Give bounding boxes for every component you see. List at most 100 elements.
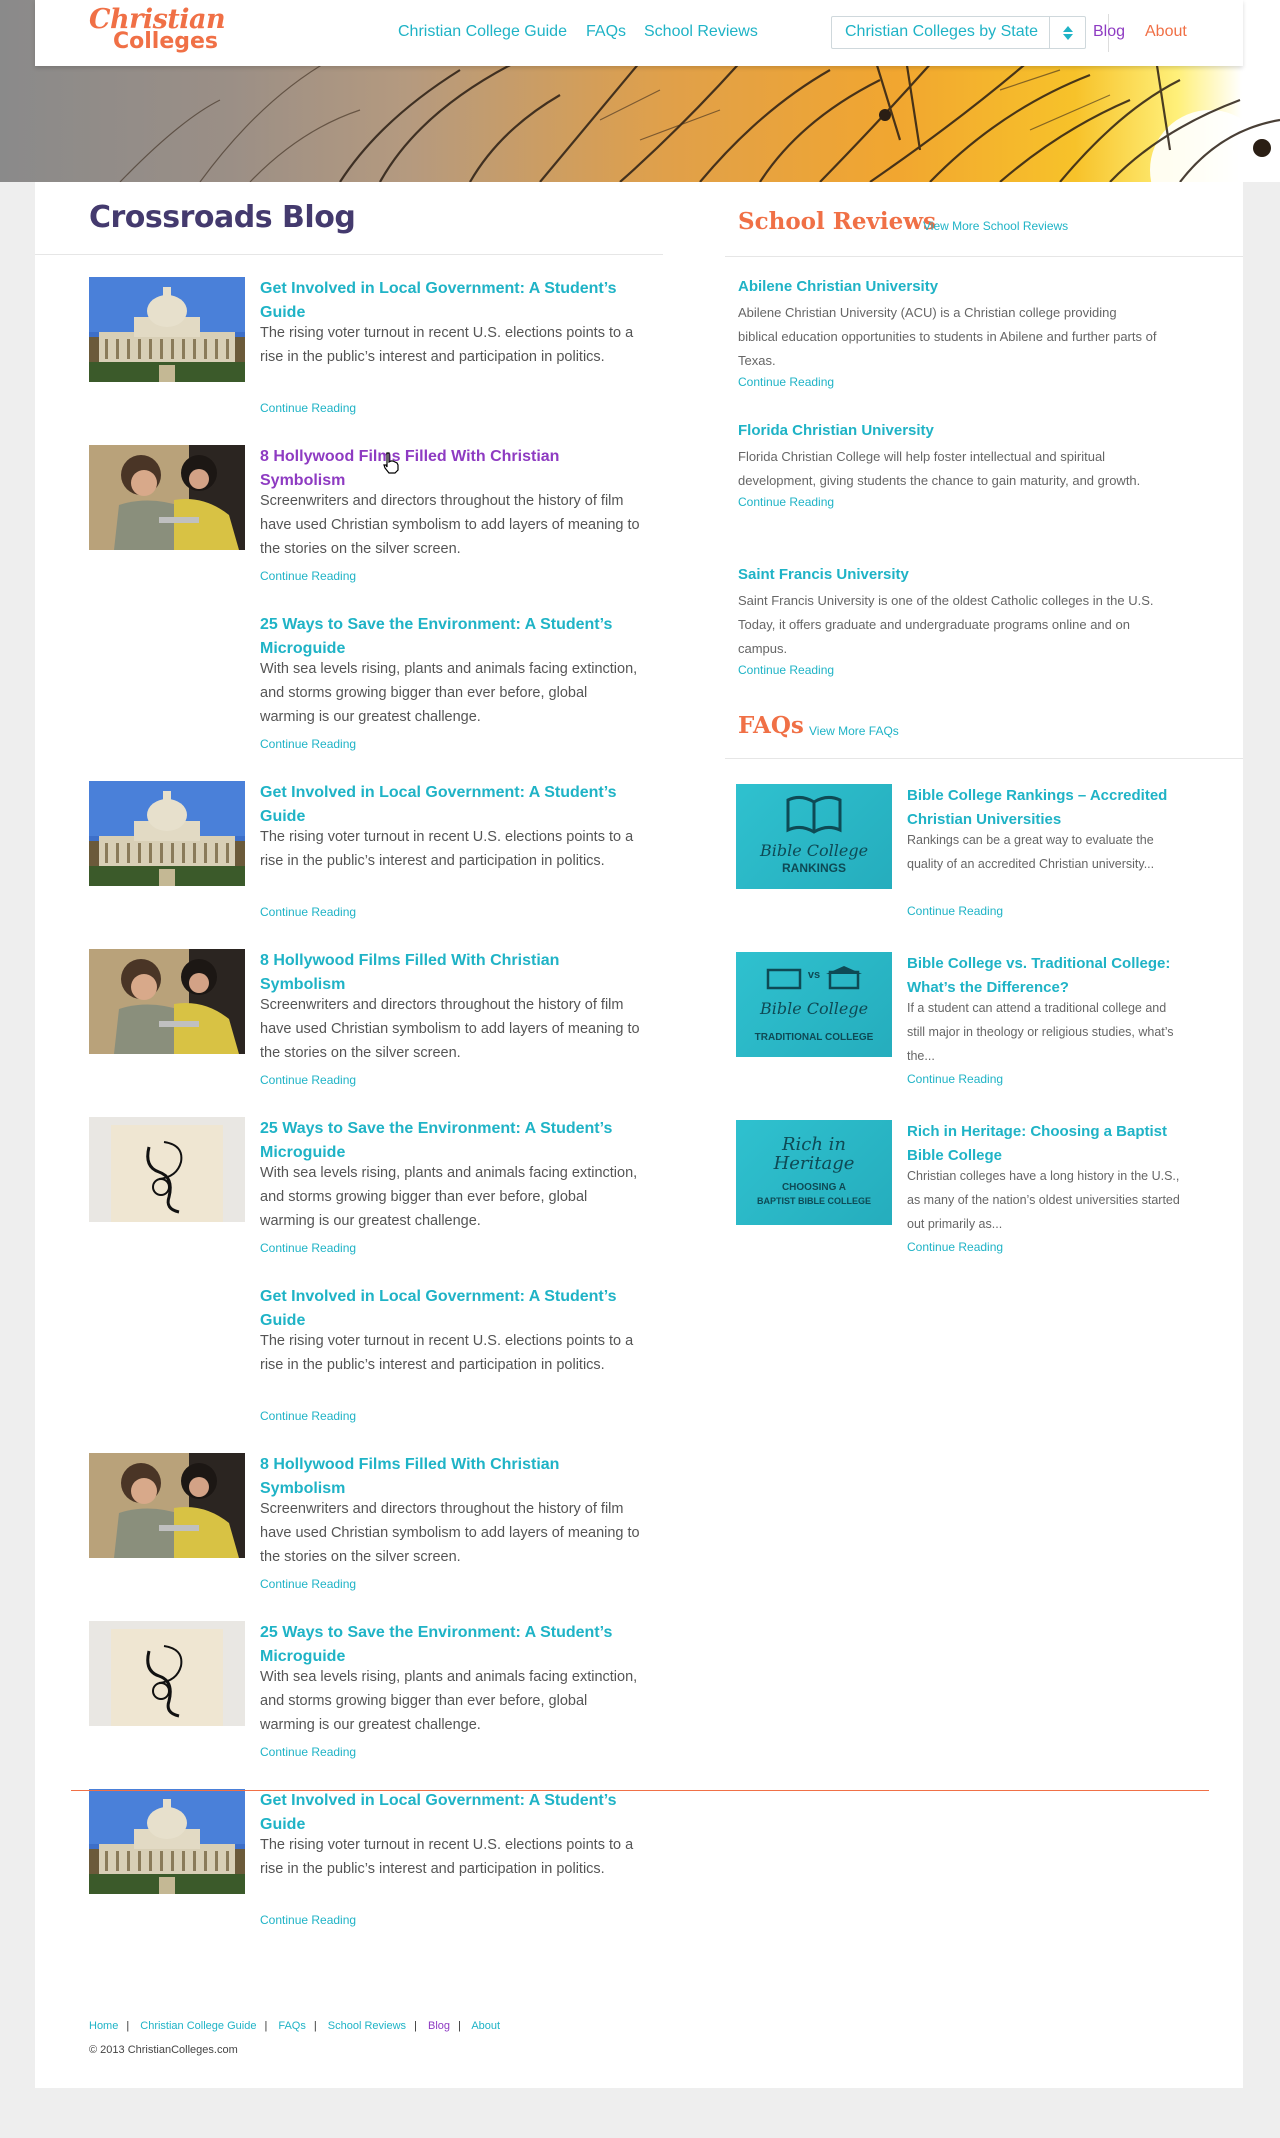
post-excerpt: The rising voter turnout in recent U.S. … bbox=[260, 325, 634, 365]
continue-reading-link[interactable]: Continue Reading bbox=[907, 1240, 1003, 1254]
reviews-heading: School Reviews bbox=[738, 208, 936, 235]
continue-reading-link[interactable]: Continue Reading bbox=[260, 1745, 356, 1759]
select-arrows-icon bbox=[1049, 17, 1085, 48]
faq-title-link[interactable]: Bible College Rankings – Accredited Chri… bbox=[907, 784, 1197, 832]
post-title-link[interactable]: 25 Ways to Save the Environment: A Stude… bbox=[260, 1117, 645, 1165]
school-review: Abilene Christian University Abilene Chri… bbox=[738, 277, 1158, 389]
nav-about[interactable]: About bbox=[1145, 23, 1187, 41]
blog-post: 8 Hollywood Films Filled With Christian … bbox=[89, 1453, 649, 1613]
school-review: Florida Christian University Florida Chri… bbox=[738, 421, 1158, 509]
page-title: Crossroads Blog bbox=[89, 200, 356, 235]
continue-reading-link[interactable]: Continue Reading bbox=[260, 1073, 356, 1087]
copyright: © 2013 ChristianColleges.com bbox=[89, 2044, 238, 2056]
continue-reading-link[interactable]: Continue Reading bbox=[260, 569, 356, 583]
nav-school-reviews[interactable]: School Reviews bbox=[644, 23, 758, 41]
site-logo[interactable]: Christian Colleges bbox=[89, 6, 226, 53]
divider bbox=[725, 256, 1243, 257]
footer-link-blog[interactable]: Blog bbox=[428, 2020, 450, 2032]
blog-post: Get Involved in Local Government: A Stud… bbox=[89, 781, 649, 941]
post-title-link[interactable]: 25 Ways to Save the Environment: A Stude… bbox=[260, 1621, 645, 1669]
review-title-link[interactable]: Saint Francis University bbox=[738, 565, 1158, 585]
continue-reading-link[interactable]: Continue Reading bbox=[260, 1913, 356, 1927]
faq-excerpt: If a student can attend a traditional co… bbox=[907, 1001, 1174, 1063]
blog-post: Get Involved in Local Government: A Stud… bbox=[89, 1789, 649, 1949]
continue-reading-link[interactable]: Continue Reading bbox=[260, 737, 356, 751]
post-title-link[interactable]: 8 Hollywood Films Filled With Christian … bbox=[260, 445, 645, 493]
footer-link-reviews[interactable]: School Reviews bbox=[328, 2020, 406, 2032]
post-title-link[interactable]: 8 Hollywood Films Filled With Christian … bbox=[260, 949, 645, 997]
blog-post: 25 Ways to Save the Environment: A Stude… bbox=[89, 1117, 649, 1277]
post-excerpt: The rising voter turnout in recent U.S. … bbox=[260, 829, 634, 869]
continue-reading-link[interactable]: Continue Reading bbox=[907, 904, 1003, 918]
post-title-link[interactable]: 8 Hollywood Films Filled With Christian … bbox=[260, 1453, 645, 1501]
post-excerpt: With sea levels rising, plants and anima… bbox=[260, 1669, 638, 1733]
faq-item: Rich in Heritage CHOOSING A BAPTIST BIBLE C… bbox=[736, 1120, 1196, 1270]
post-excerpt: With sea levels rising, plants and anima… bbox=[260, 1165, 638, 1229]
post-excerpt: Screenwriters and directors throughout t… bbox=[260, 997, 640, 1061]
footer-divider bbox=[71, 1790, 1209, 1791]
view-more-reviews-link[interactable]: View More School Reviews bbox=[923, 219, 1068, 233]
divider bbox=[35, 254, 663, 255]
review-excerpt: Saint Francis University is one of the o… bbox=[738, 593, 1154, 656]
faq-title-link[interactable]: Bible College vs. Traditional College: W… bbox=[907, 952, 1197, 1000]
blog-post: 8 Hollywood Films Filled With Christian … bbox=[89, 949, 649, 1109]
post-title-link[interactable]: Get Involved in Local Government: A Stud… bbox=[260, 277, 645, 325]
post-excerpt: The rising voter turnout in recent U.S. … bbox=[260, 1333, 634, 1373]
continue-reading-link[interactable]: Continue Reading bbox=[260, 1409, 356, 1423]
post-thumbnail[interactable] bbox=[89, 1789, 245, 1894]
footer-links: Home | Christian College Guide | FAQs | Sch… bbox=[89, 2020, 501, 2032]
continue-reading-link[interactable]: Continue Reading bbox=[260, 905, 356, 919]
post-thumbnail[interactable] bbox=[89, 1117, 245, 1222]
post-excerpt: The rising voter turnout in recent U.S. … bbox=[260, 1837, 634, 1877]
nav-faqs[interactable]: FAQs bbox=[586, 23, 626, 41]
post-thumbnail[interactable] bbox=[89, 445, 245, 550]
faq-excerpt: Rankings can be a great way to evaluate … bbox=[907, 833, 1155, 871]
post-thumbnail[interactable] bbox=[89, 1453, 245, 1558]
faq-item: vs Bible College TRADITIONAL COLLEGE Bible … bbox=[736, 952, 1196, 1102]
post-thumbnail[interactable] bbox=[89, 1621, 245, 1726]
view-more-faqs-link[interactable]: View More FAQs bbox=[809, 724, 899, 738]
hand-cursor-icon bbox=[383, 452, 399, 474]
blog-post: Get Involved in Local Government: A Stud… bbox=[89, 277, 649, 437]
blog-post: 25 Ways to Save the Environment: A Stude… bbox=[89, 613, 649, 773]
post-title-link[interactable]: Get Involved in Local Government: A Stud… bbox=[260, 781, 645, 829]
faq-thumbnail[interactable]: Bible College RANKINGS bbox=[736, 784, 892, 889]
main-panel: Crossroads Blog Get Involved in Local Go… bbox=[35, 182, 1243, 2088]
post-excerpt: With sea levels rising, plants and anima… bbox=[260, 661, 638, 725]
footer-link-home[interactable]: Home bbox=[89, 2020, 118, 2032]
continue-reading-link[interactable]: Continue Reading bbox=[738, 663, 1158, 677]
post-thumbnail[interactable] bbox=[89, 277, 245, 382]
review-excerpt: Florida Christian College will help fost… bbox=[738, 449, 1141, 488]
post-thumbnail[interactable] bbox=[89, 949, 245, 1054]
blog-post: Get Involved in Local Government: A Stud… bbox=[89, 1285, 649, 1445]
continue-reading-link[interactable]: Continue Reading bbox=[738, 375, 1158, 389]
blog-post: 8 Hollywood Films Filled With Christian … bbox=[89, 445, 649, 605]
faqs-heading: FAQs bbox=[738, 712, 804, 739]
site-header: Christian Colleges Christian College Gui… bbox=[35, 0, 1243, 66]
faq-item: Bible College RANKINGS Bible College Ranki… bbox=[736, 784, 1196, 934]
review-title-link[interactable]: Abilene Christian University bbox=[738, 277, 1158, 297]
post-title-link[interactable]: Get Involved in Local Government: A Stud… bbox=[260, 1789, 645, 1837]
nav-blog[interactable]: Blog bbox=[1093, 23, 1125, 41]
post-title-link[interactable]: 25 Ways to Save the Environment: A Stude… bbox=[260, 613, 645, 661]
post-excerpt: Screenwriters and directors throughout t… bbox=[260, 493, 640, 557]
continue-reading-link[interactable]: Continue Reading bbox=[738, 495, 1158, 509]
continue-reading-link[interactable]: Continue Reading bbox=[260, 401, 356, 415]
faq-thumbnail[interactable]: Rich in Heritage CHOOSING A BAPTIST BIBLE C… bbox=[736, 1120, 892, 1225]
continue-reading-link[interactable]: Continue Reading bbox=[260, 1577, 356, 1591]
review-excerpt: Abilene Christian University (ACU) is a … bbox=[738, 305, 1157, 368]
footer-link-guide[interactable]: Christian College Guide bbox=[140, 2020, 256, 2032]
footer-link-faqs[interactable]: FAQs bbox=[278, 2020, 306, 2032]
continue-reading-link[interactable]: Continue Reading bbox=[907, 1072, 1003, 1086]
review-title-link[interactable]: Florida Christian University bbox=[738, 421, 1158, 441]
faq-thumbnail[interactable]: vs Bible College TRADITIONAL COLLEGE bbox=[736, 952, 892, 1057]
school-review: Saint Francis University Saint Francis Un… bbox=[738, 565, 1158, 677]
post-title-link[interactable]: Get Involved in Local Government: A Stud… bbox=[260, 1285, 645, 1333]
faq-title-link[interactable]: Rich in Heritage: Choosing a Baptist Bib… bbox=[907, 1120, 1197, 1168]
footer-link-about[interactable]: About bbox=[471, 2020, 500, 2032]
post-thumbnail[interactable] bbox=[89, 781, 245, 886]
faq-excerpt: Christian colleges have a long history i… bbox=[907, 1169, 1180, 1231]
nav-christian-college-guide[interactable]: Christian College Guide bbox=[398, 23, 567, 41]
state-select[interactable]: Christian Colleges by State bbox=[831, 16, 1086, 49]
continue-reading-link[interactable]: Continue Reading bbox=[260, 1241, 356, 1255]
